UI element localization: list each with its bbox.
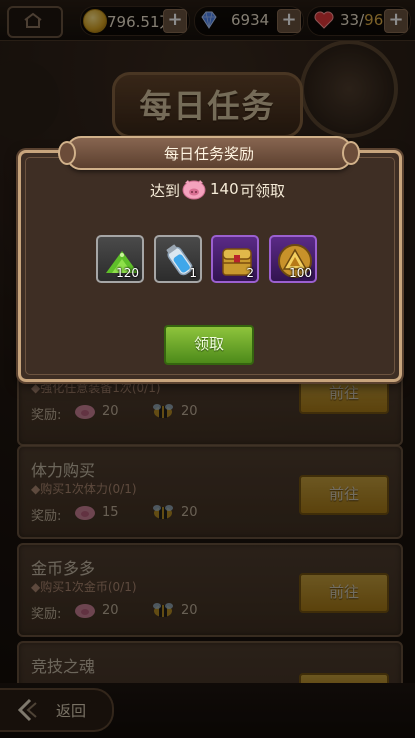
- requirement-suffix: 可领取: [240, 182, 286, 200]
- item-count: 2: [246, 266, 254, 280]
- requirement-value: 140: [210, 180, 239, 198]
- reward-item[interactable]: 2: [211, 235, 259, 283]
- item-count: 100: [289, 266, 312, 280]
- dialog-title: 每日任务奖励: [163, 145, 254, 163]
- reward-item[interactable]: 120: [96, 235, 144, 283]
- item-count: 1: [189, 266, 197, 280]
- claim-button[interactable]: 领取: [164, 325, 254, 365]
- item-count: 120: [116, 266, 139, 280]
- dialog-title-bar: 每日任务奖励: [58, 136, 360, 170]
- reward-item[interactable]: 100: [269, 235, 317, 283]
- pig-icon: [182, 180, 206, 200]
- requirement-row: 达到 140 可领取: [0, 178, 415, 202]
- requirement-prefix: 达到: [150, 182, 181, 200]
- reward-item[interactable]: 1: [154, 235, 202, 283]
